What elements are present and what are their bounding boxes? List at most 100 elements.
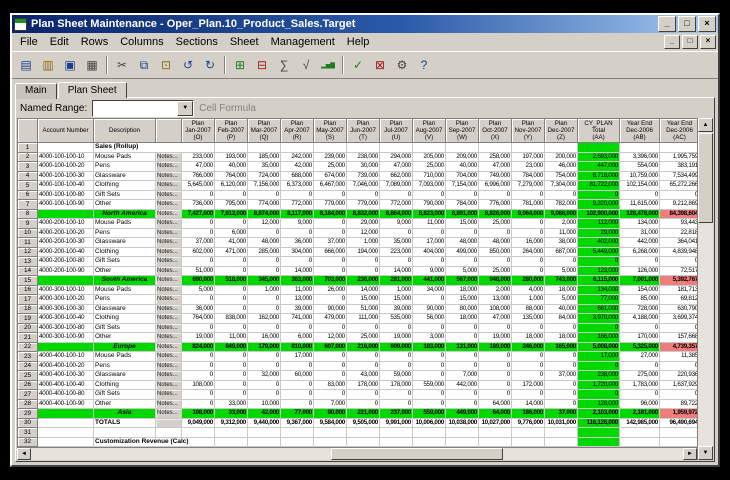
value-cell[interactable]: 48,000 — [248, 238, 281, 248]
value-cell[interactable]: 754,000 — [545, 171, 578, 181]
value-cell[interactable]: 0 — [248, 390, 281, 400]
value-cell[interactable]: 5,000 — [545, 295, 578, 305]
value-cell[interactable]: 479,000 — [314, 314, 347, 324]
value-cell[interactable]: 0 — [479, 380, 512, 390]
value-cell[interactable]: 11,000 — [413, 219, 446, 229]
value-cell[interactable]: 0 — [314, 266, 347, 276]
value-cell[interactable]: 0 — [182, 352, 215, 362]
value-cell[interactable]: 233,000 — [182, 152, 215, 162]
value-cell[interactable]: 0 — [479, 361, 512, 371]
value-cell[interactable]: 0 — [347, 390, 380, 400]
value-cell[interactable]: 5,000 — [182, 285, 215, 295]
row-number[interactable]: 22 — [18, 342, 38, 352]
value-cell[interactable]: 34,000 — [413, 285, 446, 295]
mdi-maximize-icon[interactable]: □ — [682, 35, 698, 49]
notes-button[interactable]: Notes... — [156, 409, 182, 419]
scroll-right-button[interactable]: ► — [683, 448, 697, 460]
value-cell[interactable]: 687,000 — [545, 247, 578, 257]
value-cell[interactable]: 0 — [281, 390, 314, 400]
row-number[interactable]: 9 — [18, 219, 38, 229]
row-number[interactable]: 19 — [18, 314, 38, 324]
value-cell[interactable]: 772,000 — [281, 200, 314, 210]
vertical-scrollbar[interactable]: ▲ ▼ — [697, 118, 713, 460]
row-number[interactable]: 6 — [18, 190, 38, 200]
value-cell[interactable]: 178,000 — [380, 380, 413, 390]
value-cell[interactable]: 15,000 — [446, 295, 479, 305]
col-header-m1[interactable]: PlanJan-2007(O) — [182, 119, 215, 143]
value-cell[interactable]: 0 — [314, 323, 347, 333]
value-cell[interactable]: 42,000 — [281, 162, 314, 172]
value-cell[interactable]: 0 — [512, 371, 545, 381]
value-cell[interactable]: 0 — [347, 266, 380, 276]
toolbar-copy-button[interactable]: ⧉ — [133, 54, 155, 76]
value-cell[interactable]: 15,000 — [347, 295, 380, 305]
value-cell[interactable]: 0 — [380, 257, 413, 267]
value-cell[interactable]: 197,000 — [512, 152, 545, 162]
value-cell[interactable]: 704,000 — [446, 171, 479, 181]
value-cell[interactable]: 795,000 — [215, 200, 248, 210]
col-header-m8[interactable]: PlanAug-2007(V) — [413, 119, 446, 143]
notes-button[interactable]: Notes... — [156, 162, 182, 172]
value-cell[interactable]: 0 — [512, 266, 545, 276]
value-cell[interactable]: 11,000 — [545, 228, 578, 238]
value-cell[interactable]: 0 — [446, 333, 479, 343]
value-cell[interactable]: 238,000 — [347, 152, 380, 162]
value-cell[interactable]: 0 — [479, 228, 512, 238]
value-cell[interactable]: 111,000 — [347, 314, 380, 324]
value-cell[interactable]: 33,000 — [215, 399, 248, 409]
value-cell[interactable]: 0 — [479, 190, 512, 200]
value-cell[interactable]: 1,000 — [380, 285, 413, 295]
row-number[interactable]: 1 — [18, 143, 38, 153]
value-cell[interactable]: 602,000 — [182, 247, 215, 257]
value-cell[interactable]: 0 — [446, 257, 479, 267]
value-cell[interactable]: 209,000 — [446, 152, 479, 162]
value-cell[interactable]: 19,000 — [479, 333, 512, 343]
notes-button[interactable]: Notes... — [156, 304, 182, 314]
value-cell[interactable]: 41,000 — [215, 238, 248, 248]
value-cell[interactable]: 9,000 — [380, 219, 413, 229]
toolbar-redo-button[interactable]: ↻ — [199, 54, 221, 76]
value-cell[interactable]: 12,000 — [248, 219, 281, 229]
value-cell[interactable]: 60,000 — [281, 371, 314, 381]
value-cell[interactable]: 0 — [215, 380, 248, 390]
toolbar-help-button[interactable]: ? — [413, 54, 435, 76]
value-cell[interactable]: 0 — [215, 266, 248, 276]
value-cell[interactable]: 0 — [380, 390, 413, 400]
value-cell[interactable]: 0 — [413, 323, 446, 333]
notes-button[interactable]: Notes... — [156, 181, 182, 191]
value-cell[interactable]: 774,000 — [248, 200, 281, 210]
value-cell[interactable]: 37,000 — [545, 371, 578, 381]
row-number[interactable]: 24 — [18, 361, 38, 371]
maximize-icon[interactable]: □ — [678, 16, 696, 32]
value-cell[interactable]: 0 — [281, 257, 314, 267]
value-cell[interactable]: 200,000 — [545, 152, 578, 162]
value-cell[interactable]: 0 — [446, 228, 479, 238]
value-cell[interactable]: 0 — [215, 257, 248, 267]
value-cell[interactable]: 0 — [413, 390, 446, 400]
row-number[interactable]: 21 — [18, 333, 38, 343]
value-cell[interactable]: 1,000 — [248, 285, 281, 295]
value-cell[interactable]: 790,000 — [413, 200, 446, 210]
notes-button[interactable]: Notes... — [156, 266, 182, 276]
value-cell[interactable]: 3,000 — [413, 333, 446, 343]
value-cell[interactable]: 0 — [347, 190, 380, 200]
toolbar-paste-button[interactable]: ⊡ — [155, 54, 177, 76]
value-cell[interactable]: 766,000 — [182, 171, 215, 181]
notes-button[interactable]: Notes... — [156, 323, 182, 333]
toolbar-check-button[interactable]: ✓ — [347, 54, 369, 76]
value-cell[interactable]: 0 — [545, 380, 578, 390]
value-cell[interactable]: 2,000 — [479, 285, 512, 295]
value-cell[interactable]: 0 — [512, 323, 545, 333]
value-cell[interactable]: 0 — [479, 371, 512, 381]
value-cell[interactable]: 0 — [479, 257, 512, 267]
value-cell[interactable]: 0 — [182, 371, 215, 381]
menu-item-edit[interactable]: Edit — [44, 35, 75, 49]
value-cell[interactable]: 25,000 — [347, 333, 380, 343]
mdi-close-icon[interactable]: × — [700, 35, 716, 49]
col-header-m3[interactable]: PlanMar-2007(Q) — [248, 119, 281, 143]
named-range-combobox[interactable]: ▼ — [92, 100, 194, 117]
toolbar-cut-button[interactable]: ✂ — [111, 54, 133, 76]
value-cell[interactable]: 185,000 — [248, 152, 281, 162]
value-cell[interactable]: 0 — [446, 190, 479, 200]
value-cell[interactable]: 35,000 — [380, 238, 413, 248]
